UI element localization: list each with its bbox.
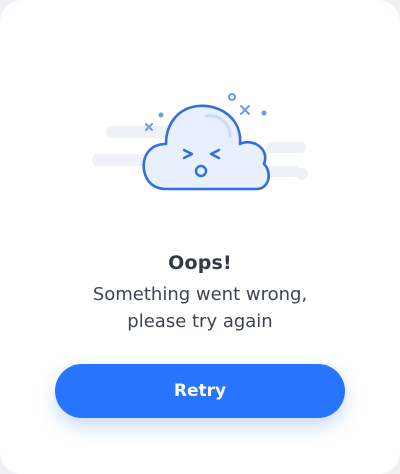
error-title: Oops! [168, 252, 232, 274]
retry-button[interactable]: Retry [55, 364, 345, 418]
cloud-shape [142, 104, 270, 191]
error-message: Something went wrong, please try again [92, 284, 308, 332]
error-card: Oops! Something went wrong, please try a… [0, 0, 400, 474]
sad-cloud-icon [92, 93, 308, 191]
